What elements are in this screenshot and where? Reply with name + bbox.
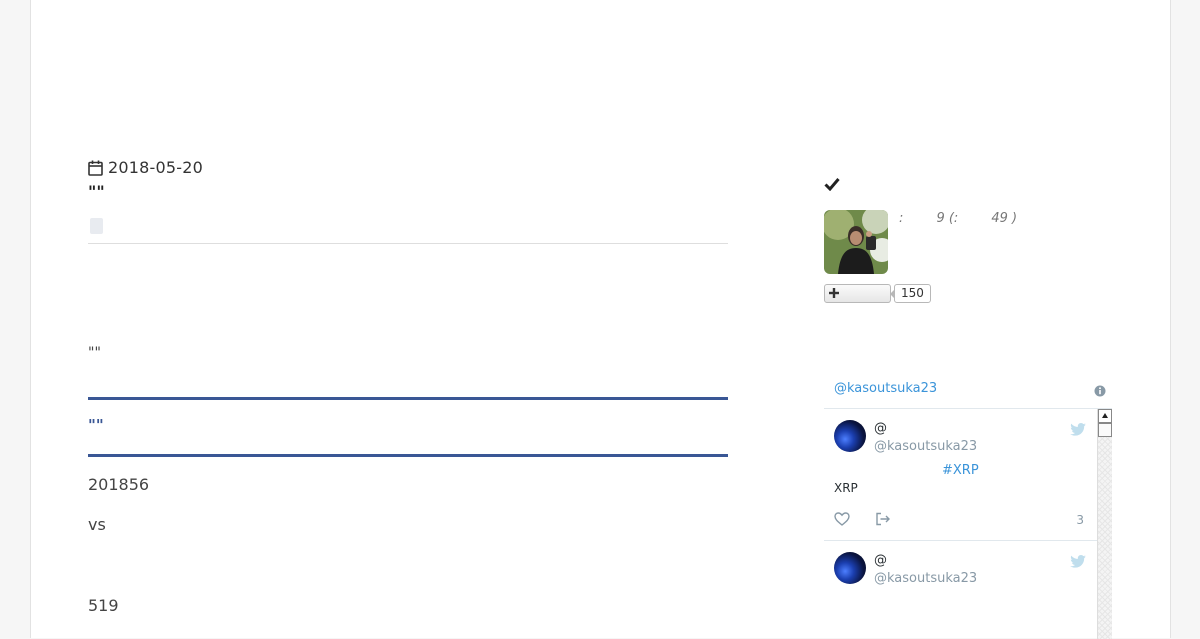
- tweet-avatar[interactable]: [834, 552, 866, 584]
- category-tag[interactable]: [90, 218, 103, 234]
- divider: [88, 243, 728, 244]
- tweet-screen-name[interactable]: @kasoutsuka23: [874, 571, 977, 586]
- rank-text: : 9 (: 49 ): [899, 211, 1018, 226]
- tweet-avatar[interactable]: [834, 420, 866, 452]
- twitter-widget-header: @kasoutsuka23: [824, 376, 1112, 409]
- twitter-timeline[interactable]: @ @kasoutsuka23 #XRP XRP 3 @ @kasoutsuka…: [824, 409, 1112, 639]
- follow-count: 150: [890, 284, 931, 303]
- tweet-timestamp[interactable]: 3: [1076, 513, 1084, 527]
- paragraph: vs: [88, 515, 106, 534]
- twitter-handle-link[interactable]: @kasoutsuka23: [834, 381, 937, 396]
- post-title: "": [88, 182, 105, 201]
- tweet-author-name[interactable]: @: [874, 553, 887, 568]
- check-icon: [824, 176, 840, 195]
- tweet-screen-name[interactable]: @kasoutsuka23: [874, 439, 977, 454]
- tweet-author-name[interactable]: @: [874, 421, 887, 436]
- scroll-thumb[interactable]: [1098, 423, 1112, 437]
- post-date: 2018-05-20: [88, 158, 203, 177]
- tweet: @ @kasoutsuka23: [824, 541, 1098, 639]
- post-quote: "": [88, 345, 101, 361]
- page-container: 2018-05-20 "" "" "" 201856 vs 519: 9 (:…: [30, 0, 1171, 639]
- section-heading: "": [88, 397, 728, 457]
- share-icon[interactable]: [875, 511, 891, 530]
- calendar-icon: [88, 160, 103, 176]
- paragraph: 519: [88, 596, 119, 615]
- tweet-text: XRP: [834, 481, 858, 495]
- info-icon[interactable]: [1094, 382, 1106, 401]
- twitter-bird-icon[interactable]: [1070, 553, 1086, 572]
- tweet-hashtag[interactable]: #XRP: [942, 463, 979, 478]
- plus-icon: [829, 288, 839, 298]
- section-heading-text: "": [88, 416, 104, 434]
- author-avatar[interactable]: [824, 210, 888, 274]
- tweet: @ @kasoutsuka23 #XRP XRP 3: [824, 409, 1098, 541]
- follow-button[interactable]: [824, 284, 891, 303]
- scroll-up-arrow-icon[interactable]: [1098, 409, 1112, 423]
- timeline-scrollbar[interactable]: [1097, 409, 1112, 639]
- paragraph: 201856: [88, 475, 150, 494]
- twitter-bird-icon[interactable]: [1070, 421, 1086, 440]
- heart-icon[interactable]: [834, 511, 850, 530]
- post-date-text: 2018-05-20: [108, 158, 203, 177]
